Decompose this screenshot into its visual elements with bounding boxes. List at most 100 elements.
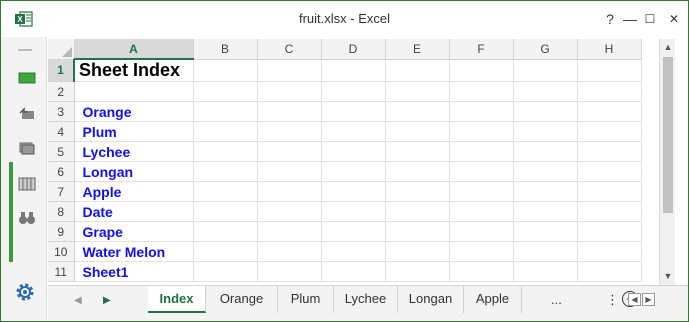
- cell[interactable]: [449, 161, 514, 182]
- cell[interactable]: [193, 101, 258, 122]
- tab-longan[interactable]: Longan: [398, 286, 464, 313]
- tab-next-icon[interactable]: ▶: [103, 295, 111, 306]
- tab-overflow-button[interactable]: ...: [551, 292, 562, 307]
- cell[interactable]: [257, 221, 322, 242]
- cell[interactable]: [321, 221, 386, 242]
- cell[interactable]: [74, 81, 194, 102]
- sheet-link-cell[interactable]: Date: [74, 201, 194, 222]
- row-header[interactable]: 9: [48, 221, 75, 242]
- cell[interactable]: [193, 201, 258, 222]
- cell[interactable]: [513, 201, 578, 222]
- cell[interactable]: [257, 241, 322, 262]
- more-options-icon[interactable]: ⋮: [606, 292, 619, 308]
- sheet-link-cell[interactable]: Water Melon: [74, 241, 194, 262]
- cell[interactable]: [385, 181, 450, 202]
- cell[interactable]: [193, 141, 258, 162]
- column-header-d[interactable]: D: [321, 39, 386, 60]
- cell[interactable]: [321, 181, 386, 202]
- cell[interactable]: [385, 201, 450, 222]
- sheet-link-cell[interactable]: Longan: [74, 161, 194, 182]
- hscroll-left-icon[interactable]: ◀: [628, 293, 641, 306]
- sheet-link-cell[interactable]: Orange: [74, 101, 194, 122]
- sheet-title-cell[interactable]: Sheet Index: [74, 59, 194, 82]
- cell[interactable]: [321, 141, 386, 162]
- cell[interactable]: [449, 121, 514, 142]
- row-header[interactable]: 11: [48, 261, 75, 282]
- cell[interactable]: [193, 81, 258, 102]
- cell[interactable]: [577, 261, 642, 282]
- column-header-g[interactable]: G: [513, 39, 578, 60]
- cell[interactable]: [321, 161, 386, 182]
- scroll-down-icon[interactable]: ▼: [660, 269, 676, 283]
- cell[interactable]: [449, 181, 514, 202]
- row-header[interactable]: 7: [48, 181, 75, 202]
- cell[interactable]: [385, 221, 450, 242]
- cell[interactable]: [385, 161, 450, 182]
- cell[interactable]: [257, 81, 322, 102]
- cell[interactable]: [577, 81, 642, 102]
- cell[interactable]: [385, 101, 450, 122]
- cell[interactable]: [513, 101, 578, 122]
- sheet-link-cell[interactable]: Plum: [74, 121, 194, 142]
- cell[interactable]: [321, 261, 386, 282]
- row-header[interactable]: 1: [48, 59, 75, 82]
- close-button[interactable]: ✕: [662, 9, 686, 29]
- cell[interactable]: [577, 221, 642, 242]
- cell[interactable]: [257, 141, 322, 162]
- column-header-c[interactable]: C: [257, 39, 322, 60]
- tab-prev-icon[interactable]: ◀: [74, 295, 82, 306]
- tab-lychee[interactable]: Lychee: [334, 286, 398, 313]
- layers-icon[interactable]: [18, 141, 36, 155]
- cell[interactable]: [449, 81, 514, 102]
- tab-orange[interactable]: Orange: [206, 286, 278, 313]
- tab-plum[interactable]: Plum: [278, 286, 334, 313]
- column-header-f[interactable]: F: [449, 39, 514, 60]
- cell[interactable]: [321, 81, 386, 102]
- cell[interactable]: [193, 261, 258, 282]
- cell[interactable]: [449, 141, 514, 162]
- cell[interactable]: [193, 221, 258, 242]
- cell[interactable]: [577, 101, 642, 122]
- sheet-link-cell[interactable]: Lychee: [74, 141, 194, 162]
- cell[interactable]: [321, 121, 386, 142]
- cell[interactable]: [385, 59, 450, 82]
- cell[interactable]: [193, 161, 258, 182]
- cell[interactable]: [449, 241, 514, 262]
- cell[interactable]: [577, 241, 642, 262]
- cell[interactable]: [257, 161, 322, 182]
- sheet-icon[interactable]: [18, 71, 36, 85]
- cell[interactable]: [385, 241, 450, 262]
- sheet-link-cell[interactable]: Apple: [74, 181, 194, 202]
- cell[interactable]: [449, 59, 514, 82]
- cell[interactable]: [513, 81, 578, 102]
- binoculars-icon[interactable]: [18, 211, 36, 225]
- cell[interactable]: [513, 59, 578, 82]
- cell[interactable]: [513, 261, 578, 282]
- select-all-corner[interactable]: [48, 39, 75, 60]
- cell[interactable]: [449, 261, 514, 282]
- cell[interactable]: [513, 141, 578, 162]
- cell[interactable]: [577, 59, 642, 82]
- cell[interactable]: [385, 141, 450, 162]
- cell[interactable]: [513, 181, 578, 202]
- vertical-scrollbar[interactable]: ▲ ▼: [659, 39, 675, 285]
- cell[interactable]: [321, 59, 386, 82]
- gear-icon[interactable]: [14, 281, 36, 303]
- sheet-link-cell[interactable]: Grape: [74, 221, 194, 242]
- row-header[interactable]: 3: [48, 101, 75, 122]
- cell[interactable]: [193, 59, 258, 82]
- cell[interactable]: [513, 241, 578, 262]
- cell[interactable]: [193, 241, 258, 262]
- cell[interactable]: [257, 201, 322, 222]
- column-header-e[interactable]: E: [385, 39, 450, 60]
- cell[interactable]: [257, 261, 322, 282]
- undo-icon[interactable]: [18, 107, 36, 121]
- cell[interactable]: [257, 59, 322, 82]
- table-icon[interactable]: [18, 177, 36, 191]
- cell[interactable]: [577, 201, 642, 222]
- cell[interactable]: [257, 121, 322, 142]
- cell[interactable]: [449, 221, 514, 242]
- row-header[interactable]: 6: [48, 161, 75, 182]
- hscroll-right-icon[interactable]: ▶: [642, 293, 655, 306]
- cell[interactable]: [385, 121, 450, 142]
